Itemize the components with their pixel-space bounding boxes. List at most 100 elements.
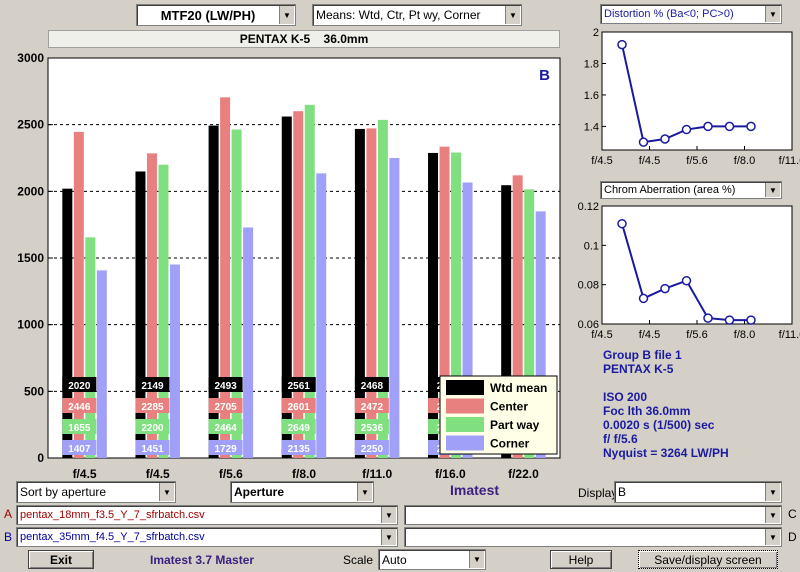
group-label: B — [539, 67, 550, 84]
chevron-down-icon: ▼ — [765, 183, 780, 197]
file-b-select[interactable]: pentax_35mm_f4.5_Y_7_sfrbatch.csv ▼ — [16, 527, 398, 547]
brand-label: Imatest — [450, 482, 500, 498]
chevron-down-icon: ▼ — [765, 529, 780, 545]
file-a-value: pentax_18mm_f3.5_Y_7_sfrbatch.csv — [20, 509, 205, 521]
scale-select-value: Auto — [382, 552, 407, 567]
bar-corner — [389, 158, 400, 458]
data-label: 2135 — [288, 444, 311, 455]
chevron-down-icon: ▼ — [765, 6, 780, 22]
chrom-aberration-select-value: Chrom Aberration (area %) — [604, 184, 736, 196]
data-label: 2601 — [288, 402, 311, 413]
chevron-down-icon: ▼ — [765, 483, 780, 501]
chevron-down-icon: ▼ — [381, 507, 396, 523]
data-point — [617, 39, 627, 50]
distortion-select[interactable]: Distortion % (Ba<0; PC>0) ▼ — [600, 4, 782, 24]
data-label: 2468 — [361, 381, 384, 392]
data-label: 1655 — [68, 423, 91, 434]
info-nyquist: Nyquist = 3264 LW/PH — [603, 446, 729, 460]
means-select-value: Means: Wtd, Ctr, Pt wy, Corner — [316, 8, 481, 22]
data-label: 2536 — [361, 423, 384, 434]
info-iso: ISO 200 — [603, 390, 648, 404]
chrom-aberration-select[interactable]: Chrom Aberration (area %) ▼ — [600, 181, 782, 199]
legend-label: Center — [490, 400, 528, 414]
legend-label: Corner — [490, 437, 530, 451]
help-button[interactable]: Help — [550, 550, 612, 569]
y-tick-label: 1.8 — [584, 58, 599, 70]
y-tick-label: 0.1 — [584, 240, 599, 252]
data-label: 1729 — [214, 444, 237, 455]
y-tick-label: 0 — [37, 451, 44, 465]
x-tick-label: f/5.6 — [686, 329, 707, 341]
x-tick-label: f/5.6 — [219, 467, 243, 480]
file-a-select[interactable]: pentax_18mm_f3.5_Y_7_sfrbatch.csv ▼ — [16, 505, 398, 525]
chevron-down-icon: ▼ — [505, 6, 520, 24]
data-point — [724, 121, 735, 132]
x-tick-label: f/11.0 — [779, 329, 800, 341]
data-label: 1451 — [141, 444, 164, 455]
data-label: 2200 — [141, 423, 164, 434]
xaxis-select-value: Aperture — [234, 485, 285, 499]
x-tick-label: f/4.5 — [591, 155, 612, 167]
x-tick-label: f/4.5 — [73, 467, 97, 480]
mtf-select[interactable]: MTF20 (LW/PH) ▼ — [136, 4, 296, 26]
x-tick-label: f/8.0 — [292, 467, 316, 480]
legend-swatch — [446, 380, 484, 395]
save-display-button[interactable]: Save/display screen — [638, 550, 778, 569]
data-label: 2464 — [214, 423, 237, 434]
y-tick-label: 1000 — [17, 318, 44, 332]
data-point — [703, 313, 713, 323]
data-label: 2446 — [68, 402, 91, 413]
data-point — [746, 121, 756, 132]
data-point — [746, 315, 756, 325]
bar-corner — [316, 173, 327, 458]
x-tick-label: f/4.5 — [591, 329, 612, 341]
data-point — [638, 137, 649, 147]
mtf-select-value: MTF20 (LW/PH) — [160, 7, 256, 23]
x-tick-label: f/4.5 — [639, 329, 660, 341]
x-tick-label: f/22.0 — [508, 467, 539, 480]
data-label: 2705 — [214, 402, 237, 413]
data-label: 2285 — [141, 402, 164, 413]
distortion-select-value: Distortion % (Ba<0; PC>0) — [604, 8, 734, 20]
scale-select[interactable]: Auto ▼ — [378, 549, 486, 570]
data-point — [724, 315, 735, 325]
chevron-down-icon: ▼ — [469, 551, 484, 568]
file-c-select[interactable]: ▼ — [404, 505, 782, 525]
file-b-value: pentax_35mm_f4.5_Y_7_sfrbatch.csv — [20, 531, 205, 543]
display-select[interactable]: B ▼ — [614, 481, 782, 503]
x-tick-label: f/8.0 — [734, 329, 755, 341]
file-d-select[interactable]: ▼ — [404, 527, 782, 547]
data-point — [681, 275, 692, 286]
data-label: 2649 — [288, 423, 311, 434]
bar-wtd-mean — [135, 171, 146, 458]
y-tick-label: 1.6 — [584, 90, 599, 102]
data-point — [681, 124, 692, 135]
info-camera: PENTAX K-5 — [603, 362, 674, 376]
info-panel: Group B file 1 PENTAX K-5 ISO 200 Foc lt… — [603, 348, 729, 460]
plot-area — [601, 205, 793, 325]
y-tick-label: 0.08 — [578, 280, 599, 292]
mtf-bar-chart: 0 500 1000 1500 2000 2500 3000 f/4.5 2020 2446 165… — [17, 51, 561, 480]
info-focal-length: Foc lth 36.0mm — [603, 404, 691, 418]
y-tick-label: 0.12 — [578, 201, 599, 213]
y-tick-label: 2 — [593, 27, 599, 39]
xaxis-select[interactable]: Aperture ▼ — [230, 481, 374, 503]
means-select[interactable]: Means: Wtd, Ctr, Pt wy, Corner ▼ — [312, 4, 522, 26]
sort-select-value: Sort by aperture — [20, 485, 107, 499]
y-tick-label: 2500 — [17, 118, 44, 132]
data-point — [703, 121, 713, 132]
x-tick-label: f/8.0 — [734, 155, 755, 167]
exit-button[interactable]: Exit — [28, 550, 94, 569]
chevron-down-icon: ▼ — [279, 6, 294, 24]
x-tick-label: f/11.0 — [779, 155, 800, 167]
sort-select[interactable]: Sort by aperture ▼ — [16, 481, 176, 503]
x-tick-label: f/16.0 — [435, 467, 466, 480]
y-tick-label: 2000 — [17, 184, 44, 198]
data-label: 2561 — [288, 381, 311, 392]
x-tick-label: f/4.5 — [639, 155, 660, 167]
data-point — [660, 134, 670, 144]
info-aperture: f/ f/5.6 — [603, 432, 638, 446]
file-b-label: B — [4, 530, 13, 544]
data-point — [617, 218, 627, 229]
y-tick-label: 1.4 — [584, 121, 599, 133]
